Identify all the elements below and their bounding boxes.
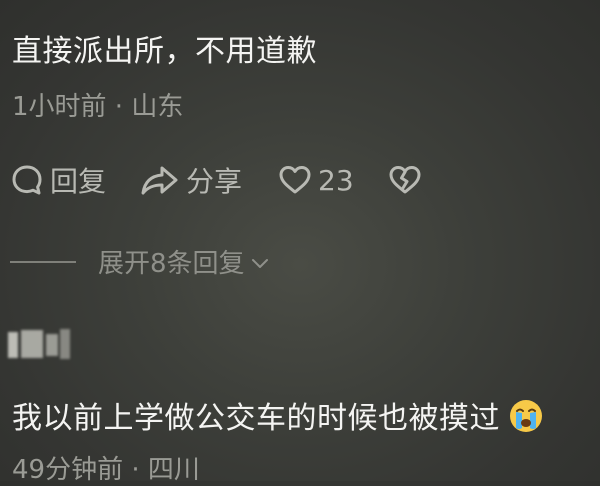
share-button[interactable]: 分享 [140, 160, 242, 200]
comment-location: 山东 [131, 92, 184, 122]
expand-replies-button[interactable]: 展开8条回复 [10, 243, 269, 280]
reply-button[interactable]: 回复 [10, 160, 106, 200]
comment-text-content: 我以前上学做公交车的时候也被摸过 [12, 401, 500, 436]
comment-text: 我以前上学做公交车的时候也被摸过 [12, 393, 544, 442]
comment-meta: 49分钟前 · 四川 [12, 449, 200, 486]
divider-line [10, 260, 76, 263]
expand-replies-label: 展开8条回复 [98, 249, 245, 279]
reply-icon [10, 163, 44, 197]
share-icon [140, 163, 180, 197]
share-label: 分享 [186, 165, 243, 198]
like-button[interactable]: 23 [278, 164, 354, 197]
comment-time: 1小时前 [12, 92, 107, 122]
meta-separator: · [106, 92, 132, 122]
heart-icon [278, 164, 312, 196]
comment-meta: 1小时前 · 山东 [12, 86, 183, 123]
comment-text: 直接派出所，不用道歉 [12, 34, 317, 69]
dislike-button[interactable] [388, 164, 422, 196]
broken-heart-icon [388, 164, 422, 196]
chevron-down-icon [251, 247, 269, 277]
crying-face-icon [508, 398, 544, 442]
reply-label: 回复 [50, 165, 107, 198]
like-count: 23 [318, 163, 354, 197]
comment-actions: 回复 分享 23 [10, 160, 422, 200]
username-blurred[interactable] [8, 326, 72, 362]
